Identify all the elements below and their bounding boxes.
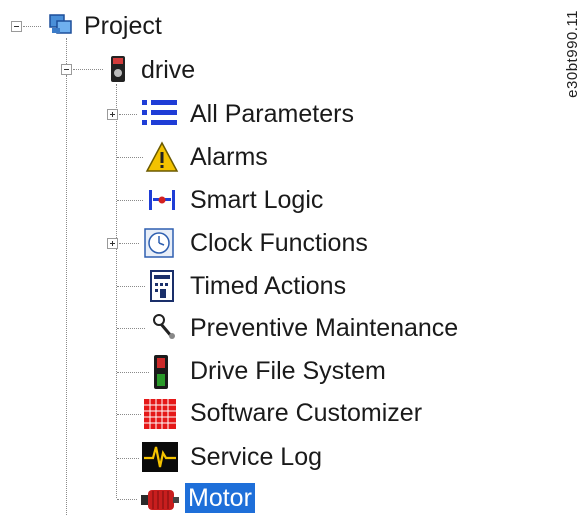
figure-id: e30bt990.11 xyxy=(564,10,581,98)
tree-node-timed-actions[interactable]: Timed Actions xyxy=(190,271,346,301)
tree-node-all-parameters[interactable]: All Parameters xyxy=(190,99,354,129)
tree-node-motor[interactable]: Motor xyxy=(185,483,255,513)
warning-icon xyxy=(145,141,179,173)
project-icon xyxy=(48,12,74,38)
tree-node-clock-functions[interactable]: Clock Functions xyxy=(190,228,368,258)
grid-icon xyxy=(143,398,177,430)
wrench-icon xyxy=(150,312,178,342)
calendar-icon xyxy=(149,269,175,303)
file-system-icon xyxy=(152,354,170,390)
tree-node-smart-logic[interactable]: Smart Logic xyxy=(190,185,323,215)
tree-node-preventive-maintenance[interactable]: Preventive Maintenance xyxy=(190,313,458,343)
list-icon xyxy=(140,97,180,129)
tree-node-drive-file-system[interactable]: Drive File System xyxy=(190,356,386,386)
collapse-root-expander[interactable] xyxy=(11,21,22,32)
project-tree: Project drive All Parameters Alarms Smar… xyxy=(0,0,587,520)
tree-node-service-log[interactable]: Service Log xyxy=(190,442,322,472)
smart-logic-icon xyxy=(145,186,179,214)
drive-icon xyxy=(109,55,127,83)
motor-icon xyxy=(139,487,181,513)
oscilloscope-icon xyxy=(141,441,179,473)
tree-node-software-customizer[interactable]: Software Customizer xyxy=(190,398,422,428)
tree-node-alarms[interactable]: Alarms xyxy=(190,142,268,172)
expand-all-parameters-expander[interactable] xyxy=(107,109,118,120)
clock-icon xyxy=(143,227,175,259)
tree-node-project[interactable]: Project xyxy=(84,11,162,41)
collapse-drive-expander[interactable] xyxy=(61,64,72,75)
tree-node-drive[interactable]: drive xyxy=(141,55,195,85)
expand-clock-functions-expander[interactable] xyxy=(107,238,118,249)
